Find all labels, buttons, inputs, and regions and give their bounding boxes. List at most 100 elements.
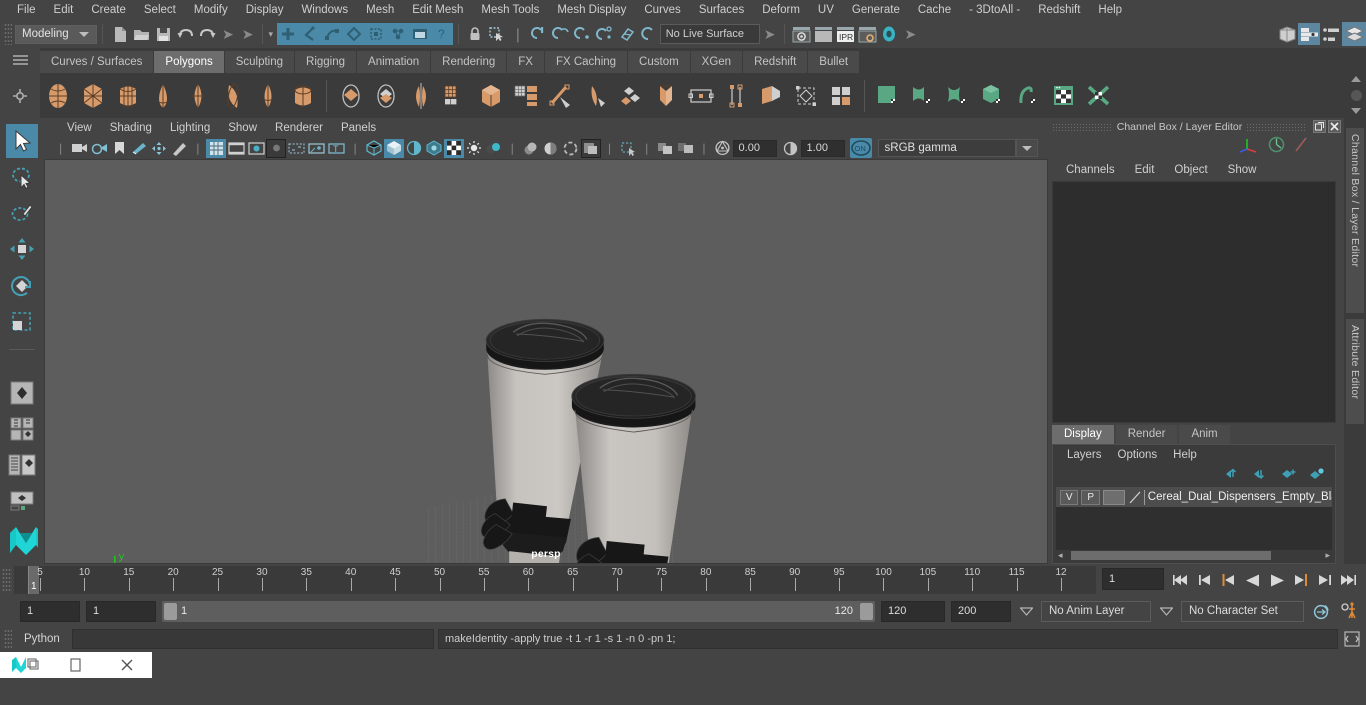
poly-chamfer-icon[interactable]: [788, 76, 823, 116]
ipr-render-icon[interactable]: IPR: [834, 23, 856, 45]
viewport-menu-shading[interactable]: Shading: [101, 122, 161, 134]
step-forward-keyframe-icon[interactable]: [1314, 568, 1336, 592]
shelf-scroll-controls[interactable]: [1348, 76, 1364, 114]
film-gate-icon[interactable]: [226, 139, 246, 158]
poly-disc-icon[interactable]: [250, 76, 285, 116]
script-editor-icon[interactable]: [1342, 629, 1362, 649]
menu-help[interactable]: Help: [1089, 0, 1131, 20]
maya-app-icon[interactable]: [0, 652, 51, 678]
shelf-tab-custom[interactable]: Custom: [628, 51, 691, 73]
layer-list-hscrollbar[interactable]: ◂ ▸: [1056, 550, 1332, 561]
layer-menu-help[interactable]: Help: [1165, 449, 1205, 461]
layer-menu-options[interactable]: Options: [1110, 449, 1166, 461]
poly-mirror-icon[interactable]: [403, 76, 438, 116]
anim-start-field[interactable]: 1: [20, 600, 80, 622]
redo-icon[interactable]: [196, 23, 218, 45]
current-time-field[interactable]: 1: [1102, 568, 1164, 590]
depth-of-field-icon[interactable]: [561, 139, 581, 158]
command-language-label[interactable]: Python: [16, 633, 68, 645]
xray-active-components-icon[interactable]: [675, 139, 695, 158]
poly-sphere-icon[interactable]: [40, 76, 75, 116]
poly-bridge-icon[interactable]: [648, 76, 683, 116]
poly-reduce-icon[interactable]: [508, 76, 543, 116]
show-hide-modeling-toolkit-icon[interactable]: [1276, 23, 1298, 45]
layer-menu-layers[interactable]: Layers: [1059, 449, 1110, 461]
shelf-tab-animation[interactable]: Animation: [357, 51, 432, 73]
image-plane-icon[interactable]: [129, 139, 149, 158]
panel-grip-right[interactable]: [1246, 122, 1307, 131]
list-item[interactable]: V P Cereal_Dual_Dispensers_Empty_Black: [1056, 487, 1332, 507]
menu-mesh-tools[interactable]: Mesh Tools: [472, 0, 548, 20]
menu-select[interactable]: Select: [135, 0, 185, 20]
menu-generate[interactable]: Generate: [843, 0, 909, 20]
textured-icon[interactable]: [424, 139, 444, 158]
playback-end-field[interactable]: 120: [881, 600, 945, 622]
step-back-keyframe-icon[interactable]: [1194, 568, 1216, 592]
range-right-handle[interactable]: [860, 602, 873, 620]
menu-display[interactable]: Display: [237, 0, 293, 20]
uv-cylindrical-icon[interactable]: [906, 76, 941, 116]
grid-toggle-icon[interactable]: [206, 138, 227, 158]
select-mask-icon[interactable]: [343, 23, 365, 45]
play-backwards-icon[interactable]: [1242, 568, 1264, 592]
color-space-dropdown[interactable]: [1015, 139, 1038, 157]
safe-title-icon[interactable]: T: [326, 139, 346, 158]
channel-box-menu-show[interactable]: Show: [1218, 164, 1267, 176]
snap-to-view-plane-icon[interactable]: [616, 23, 638, 45]
poly-torus-icon[interactable]: [180, 76, 215, 116]
rotate-tool-icon[interactable]: [6, 269, 38, 303]
uv-editor-icon[interactable]: [1046, 76, 1081, 116]
maya-logo-icon[interactable]: [6, 520, 38, 562]
menu-cache[interactable]: Cache: [909, 0, 960, 20]
color-space-field[interactable]: sRGB gamma: [877, 139, 1016, 157]
exposure-icon[interactable]: [713, 139, 733, 158]
2d-pan-zoom-icon[interactable]: [149, 139, 169, 158]
layer-list[interactable]: V P Cereal_Dual_Dispensers_Empty_Black: [1056, 487, 1332, 550]
exposure-field[interactable]: 0.00: [732, 139, 777, 157]
create-new-layer-icon[interactable]: [1281, 467, 1297, 485]
auto-key-icon[interactable]: [1310, 601, 1332, 621]
open-scene-icon[interactable]: [130, 23, 152, 45]
channel-box-menu-channels[interactable]: Channels: [1056, 164, 1125, 176]
snap-to-grid-icon[interactable]: [528, 23, 550, 45]
shaded-wireframe-icon[interactable]: [404, 139, 424, 158]
snap-to-projected-center-icon[interactable]: [594, 23, 616, 45]
channel-box-content[interactable]: [1052, 181, 1336, 423]
character-set-field[interactable]: No Character Set: [1181, 600, 1304, 622]
poly-boolean-icon[interactable]: [473, 76, 508, 116]
menu-mesh-display[interactable]: Mesh Display: [548, 0, 635, 20]
poly-plane-icon[interactable]: [215, 76, 250, 116]
tab-render[interactable]: Render: [1115, 425, 1178, 444]
axis-gizmo-icon[interactable]: [1239, 136, 1259, 159]
toolbar-grip-icon[interactable]: ❘: [52, 142, 69, 155]
use-all-lights-icon[interactable]: [443, 138, 464, 158]
vtab-attribute-editor[interactable]: Attribute Editor: [1346, 319, 1364, 424]
new-scene-icon[interactable]: [108, 23, 130, 45]
scroll-up-icon[interactable]: [1351, 76, 1361, 82]
undock-icon[interactable]: [1313, 120, 1326, 133]
overflow-dot-icon[interactable]: ▾: [268, 29, 277, 40]
scroll-thumb[interactable]: [1350, 89, 1362, 101]
anim-layer-field[interactable]: No Anim Layer: [1041, 600, 1151, 622]
time-slider-track[interactable]: 1 5 10 15 20 25 30 35 40 45 50 55 60 65 70 75 80 85 90 95 1…: [14, 566, 1096, 594]
uv-unfold-icon[interactable]: [1011, 76, 1046, 116]
menu-create[interactable]: Create: [82, 0, 135, 20]
live-surface-field[interactable]: No Live Surface: [659, 24, 760, 44]
step-back-frame-icon[interactable]: [1218, 568, 1240, 592]
poly-combine-icon[interactable]: [333, 76, 368, 116]
step-forward-frame-icon[interactable]: [1290, 568, 1312, 592]
layer-name[interactable]: Cereal_Dual_Dispensers_Empty_Black: [1148, 491, 1332, 503]
shelf-tab-curves-surfaces[interactable]: Curves / Surfaces: [40, 51, 155, 73]
shelf-tab-rigging[interactable]: Rigging: [295, 51, 358, 73]
collapse-bracket-1-icon[interactable]: ➤: [218, 26, 238, 43]
channel-box-menu-object[interactable]: Object: [1164, 164, 1217, 176]
select-by-hierarchy-icon[interactable]: [277, 23, 299, 45]
perspective-viewport[interactable]: y x z persp: [44, 159, 1048, 564]
motion-blur-icon[interactable]: [521, 139, 541, 158]
lasso-select-tool-icon[interactable]: [6, 160, 38, 194]
select-by-component-icon[interactable]: [321, 23, 343, 45]
scale-tool-icon[interactable]: [6, 305, 38, 339]
shelf-options-button[interactable]: [0, 48, 40, 73]
collapse-bracket-3-icon[interactable]: ❘: [508, 26, 528, 43]
resolution-gate-icon[interactable]: [246, 139, 266, 158]
